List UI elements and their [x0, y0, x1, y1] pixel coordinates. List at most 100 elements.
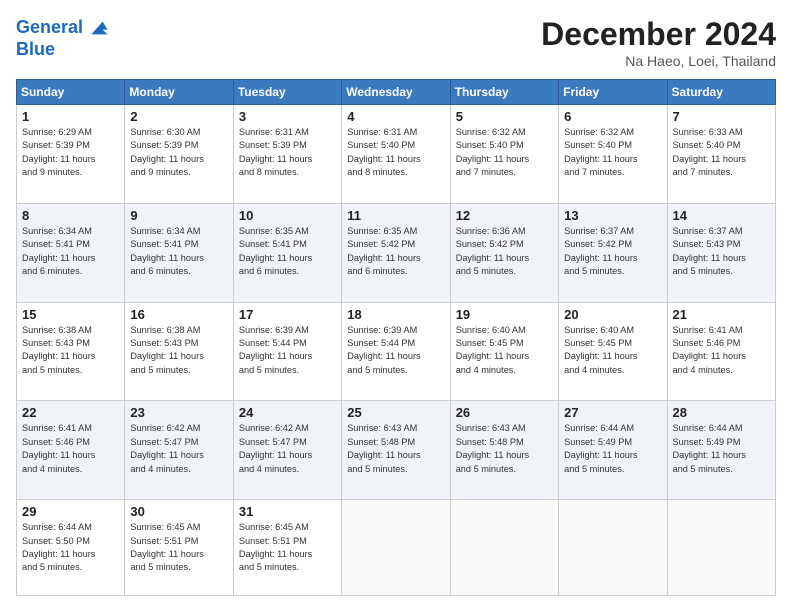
calendar-cell: 17Sunrise: 6:39 AMSunset: 5:44 PMDayligh…: [233, 302, 341, 401]
cell-line: and 5 minutes.: [130, 561, 227, 574]
cell-line: Daylight: 11 hours: [564, 252, 661, 265]
calendar-cell: 19Sunrise: 6:40 AMSunset: 5:45 PMDayligh…: [450, 302, 558, 401]
calendar-header-row: SundayMondayTuesdayWednesdayThursdayFrid…: [17, 80, 776, 105]
calendar-week-4: 22Sunrise: 6:41 AMSunset: 5:46 PMDayligh…: [17, 401, 776, 500]
calendar-header-thursday: Thursday: [450, 80, 558, 105]
calendar-cell: [342, 500, 450, 596]
cell-content: Sunrise: 6:33 AMSunset: 5:40 PMDaylight:…: [673, 126, 770, 179]
calendar-cell: 4Sunrise: 6:31 AMSunset: 5:40 PMDaylight…: [342, 105, 450, 204]
calendar-cell: 8 Sunrise: 6:34 AMSunset: 5:41 PMDaylight…: [17, 203, 125, 302]
calendar-header-tuesday: Tuesday: [233, 80, 341, 105]
cell-line: Sunset: 5:39 PM: [239, 139, 336, 152]
calendar-header-monday: Monday: [125, 80, 233, 105]
calendar-week-5: 29Sunrise: 6:44 AMSunset: 5:50 PMDayligh…: [17, 500, 776, 596]
cell-line: Daylight: 11 hours: [239, 350, 336, 363]
cell-line: and 5 minutes.: [673, 463, 770, 476]
cell-line: Daylight: 11 hours: [456, 449, 553, 462]
cell-content: Sunrise: 6:34 AMSunset: 5:41 PMDaylight:…: [130, 225, 227, 278]
cell-line: and 5 minutes.: [456, 265, 553, 278]
calendar-cell: [450, 500, 558, 596]
day-number: 29: [22, 504, 119, 519]
cell-line: Sunrise: 6:31 AM: [347, 126, 444, 139]
cell-line: Sunset: 5:41 PM: [22, 238, 119, 251]
title-block: December 2024 Na Haeo, Loei, Thailand: [541, 16, 776, 69]
cell-content: Sunrise: 6:39 AMSunset: 5:44 PMDaylight:…: [347, 324, 444, 377]
day-number: 15: [22, 307, 119, 322]
cell-line: Sunrise: 6:35 AM: [239, 225, 336, 238]
cell-line: Daylight: 11 hours: [130, 252, 227, 265]
cell-content: Sunrise: 6:40 AMSunset: 5:45 PMDaylight:…: [564, 324, 661, 377]
cell-line: Sunrise: 6:44 AM: [22, 521, 119, 534]
cell-line: Daylight: 11 hours: [456, 252, 553, 265]
calendar-cell: 23Sunrise: 6:42 AMSunset: 5:47 PMDayligh…: [125, 401, 233, 500]
calendar-cell: 1Sunrise: 6:29 AMSunset: 5:39 PMDaylight…: [17, 105, 125, 204]
cell-line: Daylight: 11 hours: [239, 252, 336, 265]
calendar-cell: [559, 500, 667, 596]
cell-line: Sunrise: 6:40 AM: [456, 324, 553, 337]
cell-line: Sunset: 5:46 PM: [22, 436, 119, 449]
calendar-cell: 21 Sunrise: 6:41 AMSunset: 5:46 PMDayligh…: [667, 302, 775, 401]
cell-line: Sunrise: 6:36 AM: [456, 225, 553, 238]
cell-line: and 4 minutes.: [239, 463, 336, 476]
day-number: 14: [673, 208, 770, 223]
cell-line: Daylight: 11 hours: [347, 153, 444, 166]
cell-line: Sunset: 5:44 PM: [239, 337, 336, 350]
calendar-cell: 7Sunrise: 6:33 AMSunset: 5:40 PMDaylight…: [667, 105, 775, 204]
cell-line: Sunset: 5:41 PM: [130, 238, 227, 251]
cell-line: Sunrise: 6:37 AM: [673, 225, 770, 238]
cell-content: Sunrise: 6:37 AMSunset: 5:43 PMDaylight:…: [673, 225, 770, 278]
day-number: 12: [456, 208, 553, 223]
cell-line: Daylight: 11 hours: [564, 350, 661, 363]
calendar-cell: 15 Sunrise: 6:38 AMSunset: 5:43 PMDayligh…: [17, 302, 125, 401]
calendar-cell: [667, 500, 775, 596]
cell-line: Sunset: 5:40 PM: [456, 139, 553, 152]
day-number: 21: [673, 307, 770, 322]
cell-content: Sunrise: 6:30 AMSunset: 5:39 PMDaylight:…: [130, 126, 227, 179]
cell-content: Sunrise: 6:45 AMSunset: 5:51 PMDaylight:…: [130, 521, 227, 574]
cell-content: Sunrise: 6:38 AMSunset: 5:43 PMDaylight:…: [22, 324, 119, 377]
cell-line: Daylight: 11 hours: [22, 449, 119, 462]
cell-line: Daylight: 11 hours: [130, 153, 227, 166]
cell-line: Daylight: 11 hours: [130, 449, 227, 462]
cell-content: Sunrise: 6:31 AMSunset: 5:39 PMDaylight:…: [239, 126, 336, 179]
cell-line: Daylight: 11 hours: [239, 153, 336, 166]
cell-content: Sunrise: 6:34 AMSunset: 5:41 PMDaylight:…: [22, 225, 119, 278]
calendar-week-2: 8 Sunrise: 6:34 AMSunset: 5:41 PMDaylight…: [17, 203, 776, 302]
logo-text: General: [16, 18, 83, 38]
cell-line: Daylight: 11 hours: [347, 252, 444, 265]
cell-content: Sunrise: 6:35 AMSunset: 5:42 PMDaylight:…: [347, 225, 444, 278]
cell-line: and 9 minutes.: [130, 166, 227, 179]
cell-line: Sunrise: 6:31 AM: [239, 126, 336, 139]
cell-content: Sunrise: 6:44 AMSunset: 5:49 PMDaylight:…: [673, 422, 770, 475]
day-number: 23: [130, 405, 227, 420]
cell-line: and 5 minutes.: [456, 463, 553, 476]
cell-content: Sunrise: 6:35 AMSunset: 5:41 PMDaylight:…: [239, 225, 336, 278]
day-number: 19: [456, 307, 553, 322]
cell-line: Sunrise: 6:35 AM: [347, 225, 444, 238]
cell-line: Sunset: 5:40 PM: [564, 139, 661, 152]
cell-content: Sunrise: 6:45 AMSunset: 5:51 PMDaylight:…: [239, 521, 336, 574]
cell-line: Daylight: 11 hours: [130, 350, 227, 363]
cell-line: Sunset: 5:39 PM: [130, 139, 227, 152]
cell-line: Sunset: 5:47 PM: [130, 436, 227, 449]
day-number: 17: [239, 307, 336, 322]
day-number: 8: [22, 208, 119, 223]
calendar-header-sunday: Sunday: [17, 80, 125, 105]
cell-line: and 5 minutes.: [564, 463, 661, 476]
cell-line: and 6 minutes.: [22, 265, 119, 278]
cell-content: Sunrise: 6:41 AMSunset: 5:46 PMDaylight:…: [673, 324, 770, 377]
day-number: 27: [564, 405, 661, 420]
cell-line: Daylight: 11 hours: [456, 153, 553, 166]
logo: General Blue: [16, 16, 109, 58]
cell-line: Daylight: 11 hours: [347, 350, 444, 363]
cell-line: and 7 minutes.: [564, 166, 661, 179]
cell-line: Sunrise: 6:45 AM: [239, 521, 336, 534]
cell-content: Sunrise: 6:43 AMSunset: 5:48 PMDaylight:…: [347, 422, 444, 475]
calendar-cell: 30Sunrise: 6:45 AMSunset: 5:51 PMDayligh…: [125, 500, 233, 596]
cell-line: and 8 minutes.: [347, 166, 444, 179]
calendar-cell: 9Sunrise: 6:34 AMSunset: 5:41 PMDaylight…: [125, 203, 233, 302]
cell-line: and 5 minutes.: [130, 364, 227, 377]
cell-line: Sunset: 5:42 PM: [564, 238, 661, 251]
cell-line: Sunset: 5:40 PM: [673, 139, 770, 152]
cell-line: Sunset: 5:49 PM: [564, 436, 661, 449]
